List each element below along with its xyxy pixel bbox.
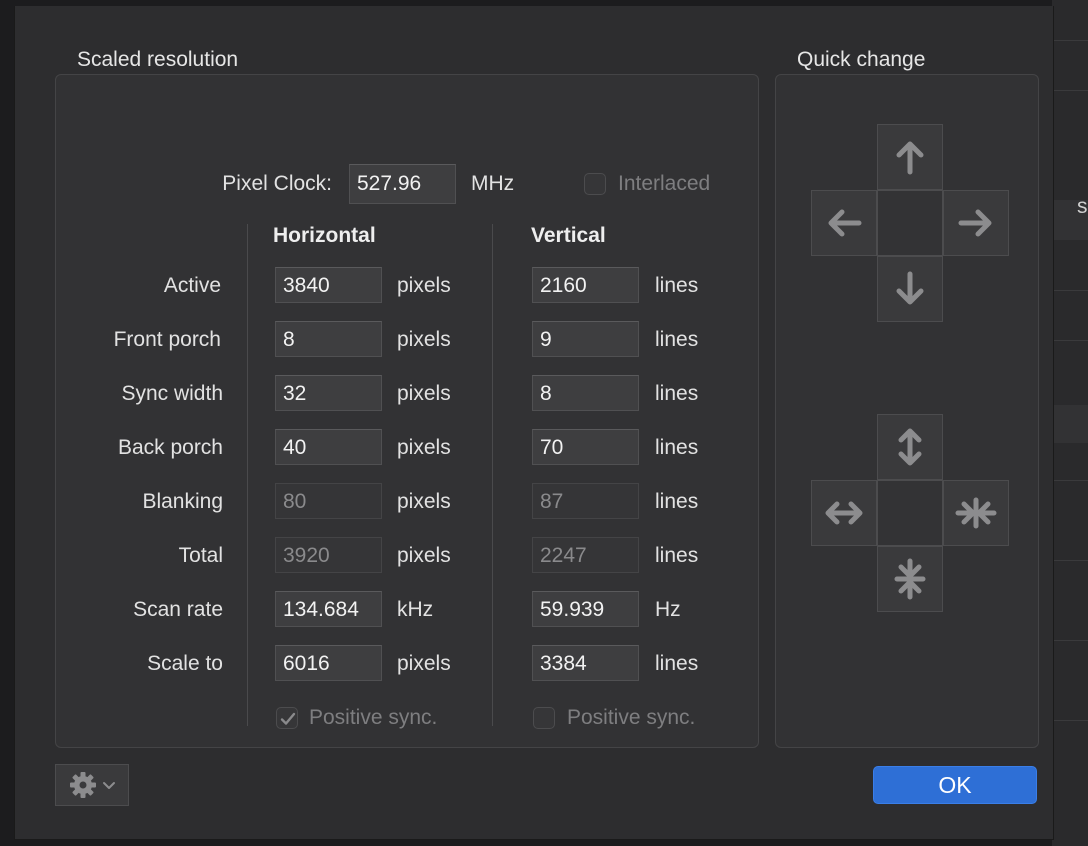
h-active-unit: pixels (397, 274, 451, 297)
h-scale-to-unit: pixels (397, 652, 451, 675)
row-label-blanking: Blanking (142, 490, 223, 513)
h-scan-rate-field[interactable]: 134.684 (275, 591, 382, 627)
row-label-scan-rate: Scan rate (133, 598, 223, 621)
row-label-sync-width: Sync width (121, 382, 223, 405)
pixel-clock-label: Pixel Clock: (222, 172, 332, 195)
v-total-unit: lines (655, 544, 699, 567)
horizontal-vertical-separator (492, 224, 493, 726)
gear-icon (70, 772, 96, 798)
checkmark-icon (280, 712, 296, 725)
interlaced-checkbox[interactable] (584, 173, 606, 195)
h-total-field: 3920 (275, 537, 382, 573)
pixel-clock-unit: MHz (471, 172, 515, 195)
row-label-front-porch: Front porch (113, 328, 221, 351)
v-sync-width-unit: lines (655, 382, 699, 405)
h-active-field[interactable]: 3840 (275, 267, 382, 303)
shrink-horizontal-icon (955, 497, 997, 529)
move-up-button[interactable] (877, 124, 943, 190)
h-total-unit: pixels (397, 544, 451, 567)
v-active-field[interactable]: 2160 (532, 267, 639, 303)
v-scan-rate-field[interactable]: 59.939 (532, 591, 639, 627)
v-sync-width-field[interactable]: 8 (532, 375, 639, 411)
ok-button[interactable]: OK (873, 766, 1037, 804)
shrink-horizontal-button[interactable] (943, 480, 1009, 546)
quick-change-title: Quick change (797, 48, 926, 71)
v-back-porch-unit: lines (655, 436, 699, 459)
v-blanking-unit: lines (655, 490, 699, 513)
v-back-porch-field[interactable]: 70 (532, 429, 639, 465)
v-active-unit: lines (655, 274, 699, 297)
expand-horizontal-icon (825, 501, 863, 525)
arrow-up-icon (896, 141, 924, 175)
v-scan-rate-unit: Hz (655, 598, 681, 621)
h-back-porch-field[interactable]: 40 (275, 429, 382, 465)
h-positive-sync-label: Positive sync. (309, 706, 438, 729)
v-front-porch-unit: lines (655, 328, 699, 351)
arrow-right-icon (958, 209, 992, 237)
h-scan-rate-unit: kHz (397, 598, 434, 621)
v-front-porch-field[interactable]: 9 (532, 321, 639, 357)
shrink-vertical-icon (894, 558, 926, 600)
move-center (877, 190, 943, 256)
h-back-porch-unit: pixels (397, 436, 451, 459)
row-label-active: Active (163, 274, 221, 297)
h-sync-width-field[interactable]: 32 (275, 375, 382, 411)
row-label-scale-to: Scale to (147, 652, 223, 675)
h-blanking-field: 80 (275, 483, 382, 519)
h-front-porch-field[interactable]: 8 (275, 321, 382, 357)
expand-horizontal-button[interactable] (811, 480, 877, 546)
shrink-vertical-button[interactable] (877, 546, 943, 612)
arrow-down-icon (896, 271, 924, 305)
h-front-porch-unit: pixels (397, 328, 451, 351)
v-total-field: 2247 (532, 537, 639, 573)
move-down-button[interactable] (877, 256, 943, 322)
h-positive-sync-checkbox[interactable] (276, 707, 298, 729)
h-scale-to-field[interactable]: 6016 (275, 645, 382, 681)
v-positive-sync-checkbox[interactable] (533, 707, 555, 729)
interlaced-label: Interlaced (618, 172, 711, 195)
expand-vertical-icon (898, 428, 922, 466)
v-scale-to-field[interactable]: 3384 (532, 645, 639, 681)
expand-vertical-button[interactable] (877, 414, 943, 480)
h-sync-width-unit: pixels (397, 382, 451, 405)
horizontal-header: Horizontal (273, 224, 376, 247)
background-edge-text: s (1077, 195, 1088, 218)
move-right-button[interactable] (943, 190, 1009, 256)
resize-center (877, 480, 943, 546)
v-scale-to-unit: lines (655, 652, 699, 675)
h-blanking-unit: pixels (397, 490, 451, 513)
action-menu-button[interactable] (55, 764, 129, 806)
pixel-clock-field[interactable]: 527.96 (349, 164, 456, 204)
v-blanking-field: 87 (532, 483, 639, 519)
chevron-down-icon (103, 782, 115, 789)
vertical-header: Vertical (531, 224, 606, 247)
background-window (1052, 0, 1088, 846)
arrow-left-icon (828, 209, 862, 237)
row-label-total: Total (178, 544, 223, 567)
custom-resolution-sheet: Scaled resolution Pixel Clock: 527.96 MH… (14, 6, 1054, 840)
label-column-separator (247, 224, 248, 726)
move-left-button[interactable] (811, 190, 877, 256)
scaled-resolution-title: Scaled resolution (77, 48, 239, 71)
row-label-back-porch: Back porch (117, 436, 223, 459)
v-positive-sync-label: Positive sync. (567, 706, 696, 729)
